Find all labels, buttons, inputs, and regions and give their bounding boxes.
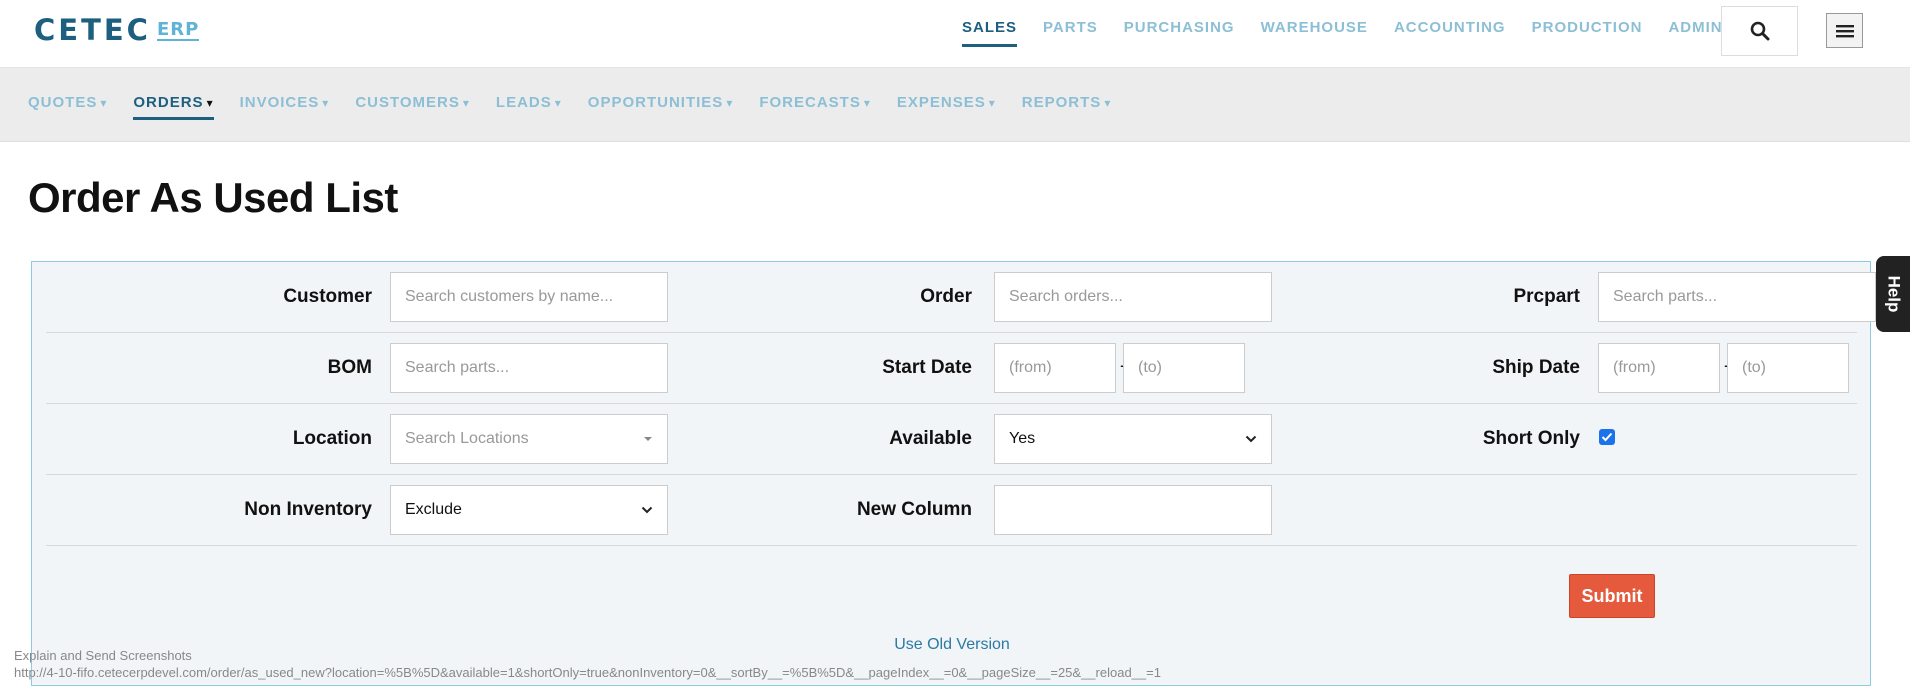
order-search-input[interactable]: Search orders... <box>994 272 1272 322</box>
non-inventory-select[interactable]: Exclude <box>390 485 668 535</box>
start-date-label: Start Date <box>882 357 972 378</box>
page-title: Order As Used List <box>28 174 398 221</box>
filter-row: Customer Search customers by name... Ord… <box>46 262 1876 333</box>
ship-date-to-input[interactable]: (to) <box>1727 343 1849 393</box>
filter-panel: Customer Search customers by name... Ord… <box>31 261 1876 686</box>
logo-main-text: CETEC <box>34 13 151 47</box>
sub-nav-invoices-label: INVOICES <box>239 94 320 111</box>
main-nav: SALES PARTS PURCHASING WAREHOUSE ACCOUNT… <box>962 19 1749 47</box>
search-button[interactable] <box>1721 6 1798 56</box>
location-label: Location <box>292 428 372 449</box>
top-bar: CETEC ERP SALES PARTS PURCHASING WAREHOU… <box>0 0 1910 68</box>
caret-down-icon: ▾ <box>462 96 470 110</box>
short-only-checkbox[interactable] <box>1599 429 1615 445</box>
caret-down-icon: ▾ <box>988 96 996 110</box>
customer-search-input[interactable]: Search customers by name... <box>390 272 668 322</box>
caret-down-icon: ▾ <box>726 96 734 110</box>
ship-date-from-input[interactable]: (from) <box>1598 343 1720 393</box>
sub-nav-orders[interactable]: ORDERS ▾ <box>133 94 214 120</box>
sub-nav-reports-label: REPORTS <box>1021 94 1102 111</box>
ship-date-label: Ship Date <box>1492 357 1580 378</box>
logo-suffix-text: ERP <box>156 19 200 41</box>
main-nav-sales[interactable]: SALES <box>962 19 1018 47</box>
sub-nav-opportunities[interactable]: OPPORTUNITIES ▾ <box>588 94 734 120</box>
help-label: Help <box>1884 275 1903 313</box>
sub-nav-expenses-label: EXPENSES <box>896 94 986 111</box>
location-placeholder: Search Locations <box>405 430 529 447</box>
cetec-erp-logo[interactable]: CETEC ERP <box>34 13 200 47</box>
start-date-from-input[interactable]: (from) <box>994 343 1116 393</box>
main-nav-admin[interactable]: ADMIN <box>1668 19 1722 47</box>
main-nav-accounting[interactable]: ACCOUNTING <box>1394 19 1506 47</box>
main-nav-parts[interactable]: PARTS <box>1043 19 1098 47</box>
bom-label: BOM <box>327 357 372 378</box>
sub-nav-expenses[interactable]: EXPENSES ▾ <box>897 94 996 120</box>
sub-nav-leads-label: LEADS <box>495 94 552 111</box>
checkmark-icon <box>1601 432 1613 442</box>
customer-label: Customer <box>283 286 372 307</box>
filter-row: Non Inventory Exclude New Column <box>46 475 1857 546</box>
use-old-version-link[interactable]: Use Old Version <box>32 636 1872 654</box>
sub-nav-opportunities-label: OPPORTUNITIES <box>587 94 724 111</box>
chevron-down-icon <box>1245 435 1257 443</box>
chevron-down-icon <box>641 506 653 514</box>
submit-button[interactable]: Submit <box>1569 574 1655 618</box>
available-value: Yes <box>1009 430 1036 447</box>
caret-down-icon: ▾ <box>863 96 871 110</box>
prcpart-search-input[interactable]: Search parts... <box>1598 272 1876 322</box>
status-url: http://4-10-fifo.cetecerpdevel.com/order… <box>14 665 1161 680</box>
sub-nav-forecasts-label: FORECASTS <box>759 94 861 111</box>
sub-nav-quotes[interactable]: QUOTES ▾ <box>28 94 107 120</box>
caret-down-icon: ▾ <box>554 96 562 110</box>
short-only-label: Short Only <box>1482 428 1580 449</box>
caret-down-icon: ▾ <box>206 96 214 110</box>
new-column-input[interactable] <box>994 485 1272 535</box>
filter-row: Location Search Locations Available Yes … <box>46 404 1857 475</box>
sub-nav: QUOTES ▾ ORDERS ▾ INVOICES ▾ CUSTOMERS ▾ LEA… <box>0 68 1910 142</box>
sub-nav-forecasts[interactable]: FORECASTS ▾ <box>759 94 871 120</box>
hamburger-menu-button[interactable] <box>1826 13 1863 48</box>
bom-search-input[interactable]: Search parts... <box>390 343 668 393</box>
sub-nav-orders-label: ORDERS <box>133 94 204 111</box>
hamburger-menu-icon <box>1835 24 1854 37</box>
available-label: Available <box>889 428 972 449</box>
caret-down-icon: ▾ <box>1104 96 1112 110</box>
explain-screenshots-text: Explain and Send Screenshots <box>14 648 192 663</box>
dropdown-triangle-icon <box>644 437 652 441</box>
sub-nav-quotes-label: QUOTES <box>28 94 98 111</box>
sub-nav-reports[interactable]: REPORTS ▾ <box>1022 94 1112 120</box>
caret-down-icon: ▾ <box>322 96 330 110</box>
sub-nav-customers[interactable]: CUSTOMERS ▾ <box>355 94 470 120</box>
main-nav-production[interactable]: PRODUCTION <box>1532 19 1643 47</box>
help-tab[interactable]: Help <box>1876 256 1910 332</box>
sub-nav-invoices[interactable]: INVOICES ▾ <box>240 94 330 120</box>
sub-nav-leads[interactable]: LEADS ▾ <box>496 94 562 120</box>
non-inventory-value: Exclude <box>405 501 462 518</box>
caret-down-icon: ▾ <box>100 96 108 110</box>
main-nav-warehouse[interactable]: WAREHOUSE <box>1261 19 1368 47</box>
filter-row: BOM Search parts... Start Date (from) - … <box>46 333 1857 404</box>
location-select[interactable]: Search Locations <box>390 414 668 464</box>
start-date-to-input[interactable]: (to) <box>1123 343 1245 393</box>
non-inventory-label: Non Inventory <box>244 499 372 520</box>
available-select[interactable]: Yes <box>994 414 1272 464</box>
search-icon <box>1750 21 1769 41</box>
main-nav-purchasing[interactable]: PURCHASING <box>1124 19 1235 47</box>
new-column-label: New Column <box>856 499 972 520</box>
sub-nav-customers-label: CUSTOMERS <box>355 94 460 111</box>
prcpart-label: Prcpart <box>1513 286 1580 307</box>
order-label: Order <box>920 286 972 307</box>
